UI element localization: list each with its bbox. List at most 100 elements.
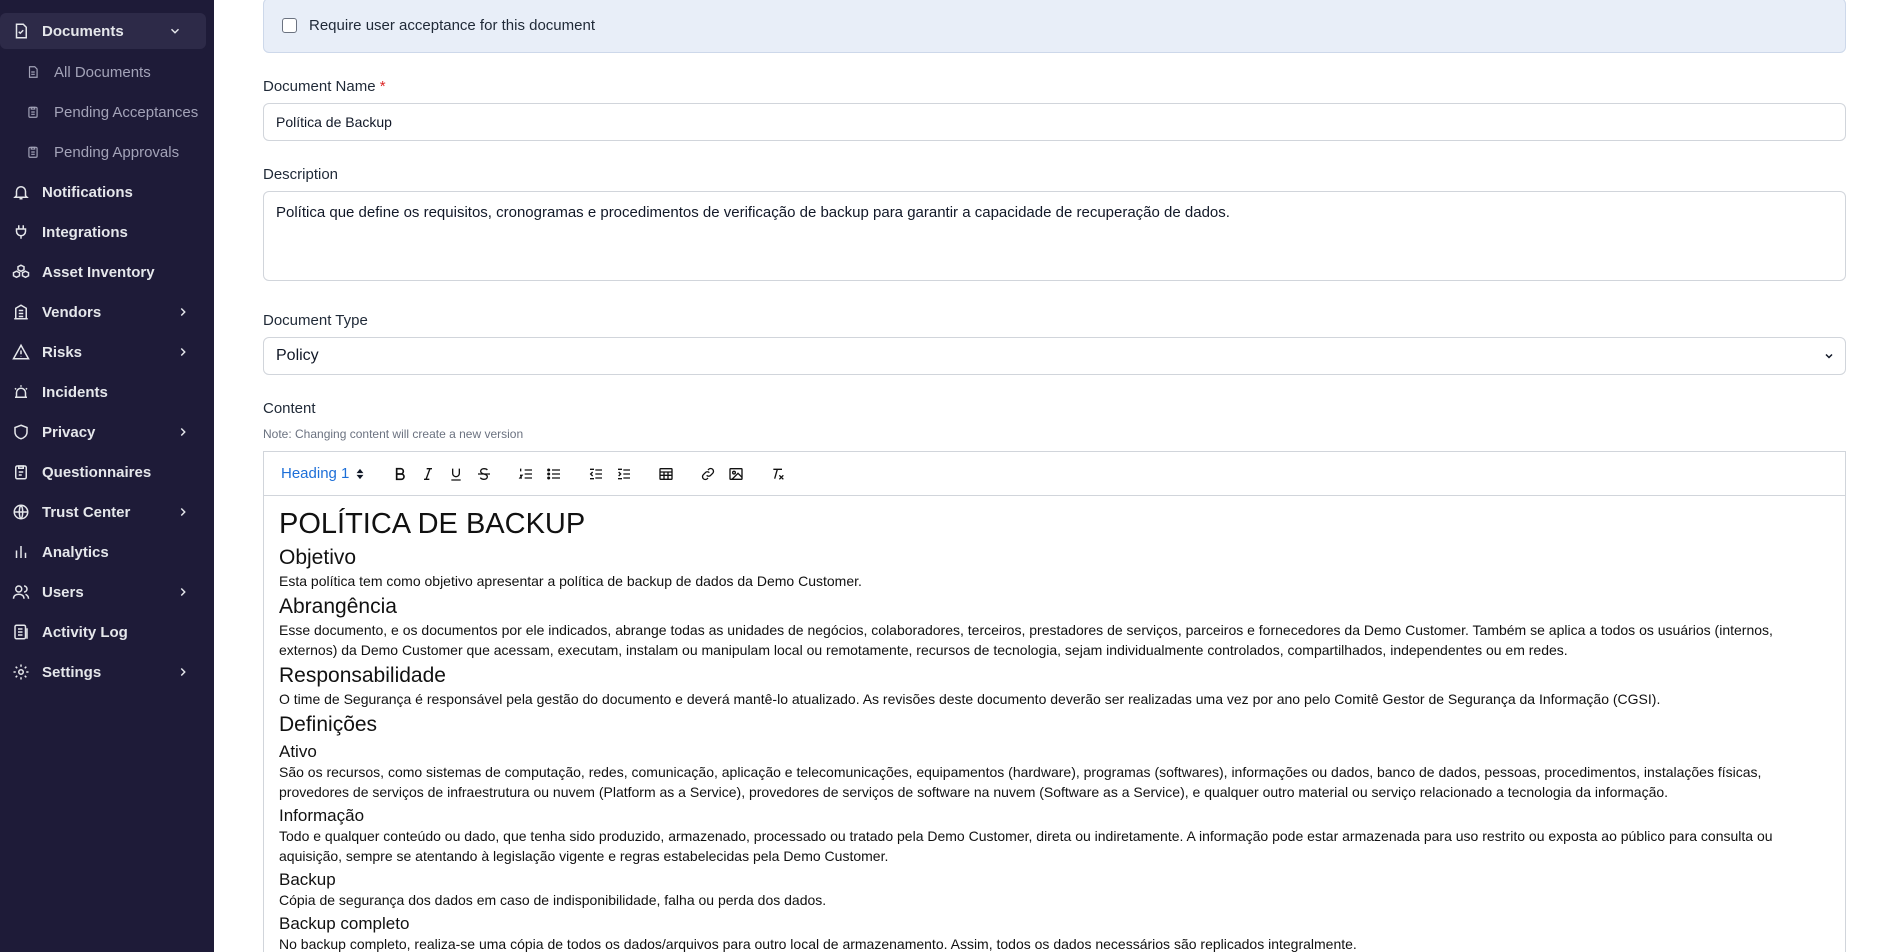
indent-button[interactable] (615, 465, 633, 483)
main-content: Require user acceptance for this documen… (214, 0, 1888, 952)
sidebar-item-vendors[interactable]: Vendors (0, 294, 214, 330)
file-icon (26, 65, 40, 79)
editor-toolbar: Heading 1 (264, 452, 1845, 496)
document-name-input[interactable]: Política de Backup (263, 103, 1846, 141)
italic-icon (424, 468, 432, 480)
sidebar-item-label: Settings (42, 663, 102, 681)
outdent-button[interactable] (587, 465, 605, 483)
ordered-list-button[interactable] (517, 465, 535, 483)
sidebar-item-label: Questionnaires (42, 463, 152, 481)
warning-icon (12, 343, 30, 361)
globe-icon (12, 503, 30, 521)
heading-informacao: Informação (279, 806, 365, 825)
sidebar-subitem-label: All Documents (54, 63, 151, 81)
sidebar-item-trust-center[interactable]: Trust Center (0, 494, 214, 530)
sidebar-item-label: Vendors (42, 303, 102, 321)
rich-text-editor[interactable]: Heading 1 POLÍTICA DE BACKUP Objetivo Es… (263, 451, 1846, 952)
sidebar-item-settings[interactable]: Settings (0, 654, 214, 690)
paragraph-objetivo: Esta política tem como objetivo apresent… (279, 573, 862, 589)
description-textarea[interactable]: Política que define os requisitos, crono… (263, 191, 1846, 281)
sidebar-item-incidents[interactable]: Incidents (0, 374, 214, 410)
editor-content[interactable]: POLÍTICA DE BACKUP Objetivo Esta polític… (279, 506, 1785, 952)
sidebar-item-analytics[interactable]: Analytics (0, 534, 214, 570)
table-icon (659, 468, 673, 480)
bullet-list-button[interactable] (545, 465, 563, 483)
outdent-icon (589, 468, 602, 480)
log-icon (12, 623, 30, 641)
heading-ativo: Ativo (279, 742, 317, 761)
document-type-label: Document Type (263, 312, 368, 329)
bold-button[interactable] (391, 465, 409, 483)
table-button[interactable] (657, 465, 675, 483)
cubes-icon (12, 263, 30, 281)
chevron-right-icon (180, 587, 186, 597)
content-note: Note: Changing content will create a new… (263, 427, 524, 441)
clipboard-icon (26, 105, 40, 119)
indent-icon (618, 468, 630, 480)
sidebar-item-asset-inventory[interactable]: Asset Inventory (0, 254, 214, 290)
chevron-down-icon (1825, 353, 1833, 359)
sidebar-item-privacy[interactable]: Privacy (0, 414, 214, 450)
sidebar-subitem-all-documents[interactable]: All Documents (26, 54, 151, 90)
heading-abrangencia: Abrangência (279, 595, 397, 618)
users-icon (12, 583, 30, 601)
image-button[interactable] (727, 465, 745, 483)
heading-select[interactable]: Heading 1 (281, 465, 365, 482)
heading-responsabilidade: Responsabilidade (279, 664, 446, 687)
underline-button[interactable] (447, 465, 465, 483)
paragraph-informacao: Todo e qualquer conteúdo ou dado, que te… (279, 828, 1773, 864)
link-icon (701, 467, 715, 481)
description-label: Description (263, 166, 339, 183)
chevron-right-icon (180, 667, 186, 677)
strikethrough-icon (478, 467, 490, 481)
clipboard-icon (26, 145, 40, 159)
require-acceptance-checkbox[interactable] (282, 18, 297, 33)
sidebar-item-label: Risks (42, 343, 83, 361)
paragraph-ativo: São os recursos, como sistemas de comput… (279, 764, 1762, 800)
sidebar-item-label: Privacy (42, 423, 96, 441)
sidebar-item-label: Asset Inventory (42, 263, 155, 281)
shield-icon (12, 423, 30, 441)
building-icon (12, 303, 30, 321)
clipboard-list-icon (12, 463, 30, 481)
sidebar-subitem-label: Pending Approvals (54, 143, 180, 161)
sidebar-item-questionnaires[interactable]: Questionnaires (0, 454, 214, 490)
sidebar-item-label: Documents (42, 22, 124, 40)
sidebar-item-integrations[interactable]: Integrations (0, 214, 214, 250)
chart-icon (12, 543, 30, 561)
document-name-label-text: Document Name (263, 78, 376, 95)
clear-format-button[interactable] (769, 465, 787, 483)
clear-format-icon (773, 468, 784, 480)
heading-select-value: Heading 1 (281, 465, 350, 482)
sidebar-subitem-pending-approvals[interactable]: Pending Approvals (26, 134, 179, 170)
sidebar-item-label: Analytics (42, 543, 109, 561)
content-label: Content (263, 400, 316, 417)
document-type-select[interactable]: Policy (263, 337, 1846, 375)
sidebar-subitem-label: Pending Acceptances (54, 103, 199, 121)
sidebar-item-users[interactable]: Users (0, 574, 214, 610)
bold-icon (395, 467, 405, 481)
ordered-list-icon (518, 468, 532, 479)
paragraph-backup-completo: No backup completo, realiza-se uma cópia… (279, 936, 1357, 952)
gear-icon (12, 663, 30, 681)
paragraph-abrangencia: Esse documento, e os documentos por ele … (279, 622, 1773, 658)
heading-backup: Backup (279, 870, 336, 889)
require-acceptance-box: Require user acceptance for this documen… (263, 0, 1846, 53)
paragraph-responsabilidade: O time de Segurança é responsável pela g… (279, 691, 1661, 707)
chevron-right-icon (180, 427, 186, 437)
italic-button[interactable] (419, 465, 437, 483)
sidebar-subitem-pending-acceptances[interactable]: Pending Acceptances (26, 94, 198, 130)
underline-icon (451, 468, 461, 481)
strikethrough-button[interactable] (475, 465, 493, 483)
sidebar-item-activity-log[interactable]: Activity Log (0, 614, 214, 650)
content-title: POLÍTICA DE BACKUP (279, 508, 586, 540)
link-button[interactable] (699, 465, 717, 483)
heading-definicoes: Definições (279, 713, 378, 736)
sidebar-item-risks[interactable]: Risks (0, 334, 214, 370)
heading-objetivo: Objetivo (279, 546, 357, 569)
required-mark: * (379, 78, 386, 95)
updown-caret-icon (356, 468, 364, 479)
chevron-right-icon (180, 307, 186, 317)
sidebar-item-documents[interactable]: Documents (0, 13, 206, 49)
sidebar-item-notifications[interactable]: Notifications (0, 174, 214, 210)
